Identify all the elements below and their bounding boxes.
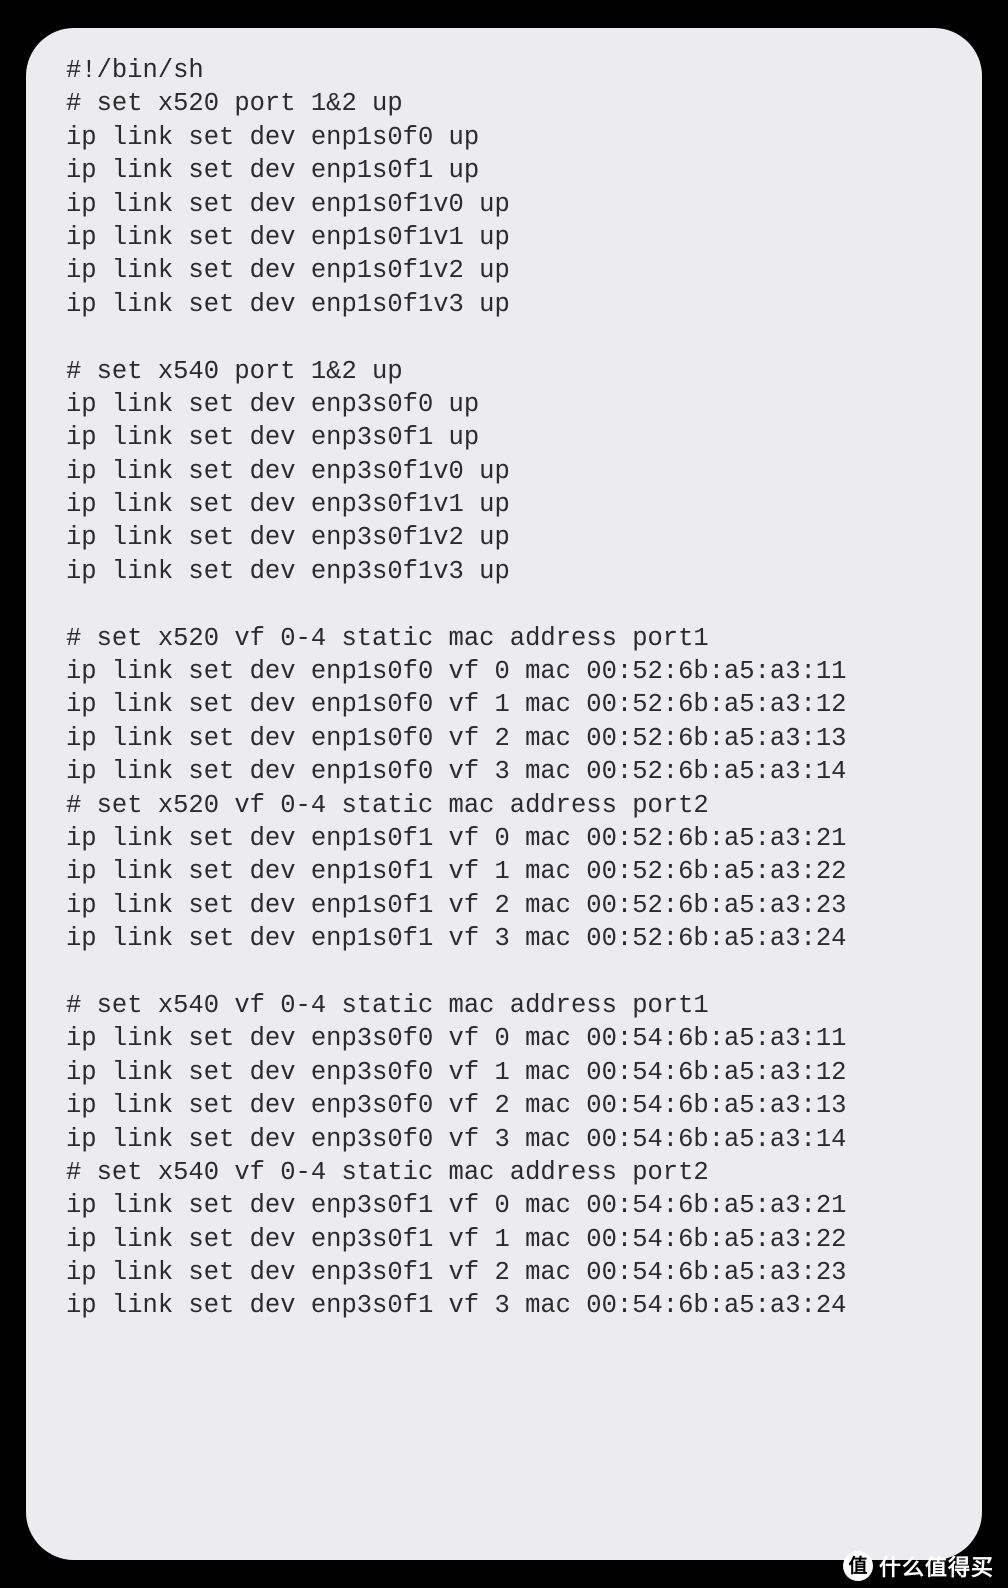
watermark-badge-icon: 值 bbox=[843, 1551, 873, 1581]
watermark: 值 什么值得买 bbox=[843, 1550, 994, 1582]
watermark-text: 什么值得买 bbox=[879, 1550, 994, 1582]
shell-script: #!/bin/sh # set x520 port 1&2 up ip link… bbox=[66, 54, 942, 1323]
code-card: #!/bin/sh # set x520 port 1&2 up ip link… bbox=[26, 28, 982, 1560]
